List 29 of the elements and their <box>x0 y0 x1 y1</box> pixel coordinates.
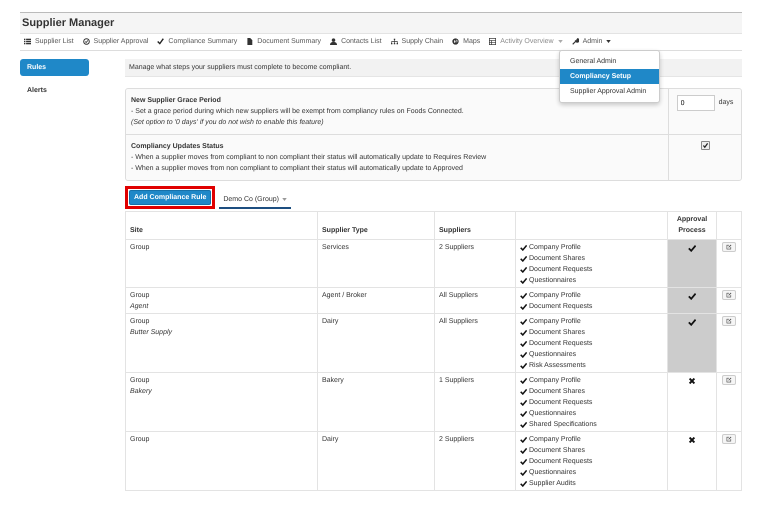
table-icon <box>489 38 496 45</box>
edit-icon <box>726 377 732 383</box>
caret-icon <box>282 198 287 201</box>
app-title: Supplier Manager <box>22 17 114 29</box>
check-icon <box>688 318 696 326</box>
edit-button[interactable] <box>722 434 736 444</box>
check-icon <box>688 244 696 252</box>
edit-button[interactable] <box>722 375 736 385</box>
list-icon <box>24 38 31 45</box>
edit-button[interactable] <box>722 290 736 300</box>
checkbox[interactable] <box>700 141 710 150</box>
wrench-icon <box>572 38 579 45</box>
caret-icon <box>558 40 563 43</box>
edit-icon <box>726 244 732 250</box>
edit-icon <box>726 436 732 442</box>
cross-icon <box>688 377 696 385</box>
edit-icon <box>726 318 732 324</box>
edit-button[interactable] <box>722 242 736 252</box>
edit-icon <box>726 292 732 298</box>
hierarchy-icon <box>390 38 398 45</box>
cross-icon <box>688 436 696 444</box>
edit-button[interactable] <box>722 316 736 326</box>
globe-icon <box>452 38 460 45</box>
check-circle-icon <box>82 38 90 45</box>
caret-icon <box>606 40 612 43</box>
person-icon <box>330 38 338 45</box>
check-icon <box>688 292 696 300</box>
document-icon <box>246 38 254 45</box>
check-icon <box>157 38 164 45</box>
